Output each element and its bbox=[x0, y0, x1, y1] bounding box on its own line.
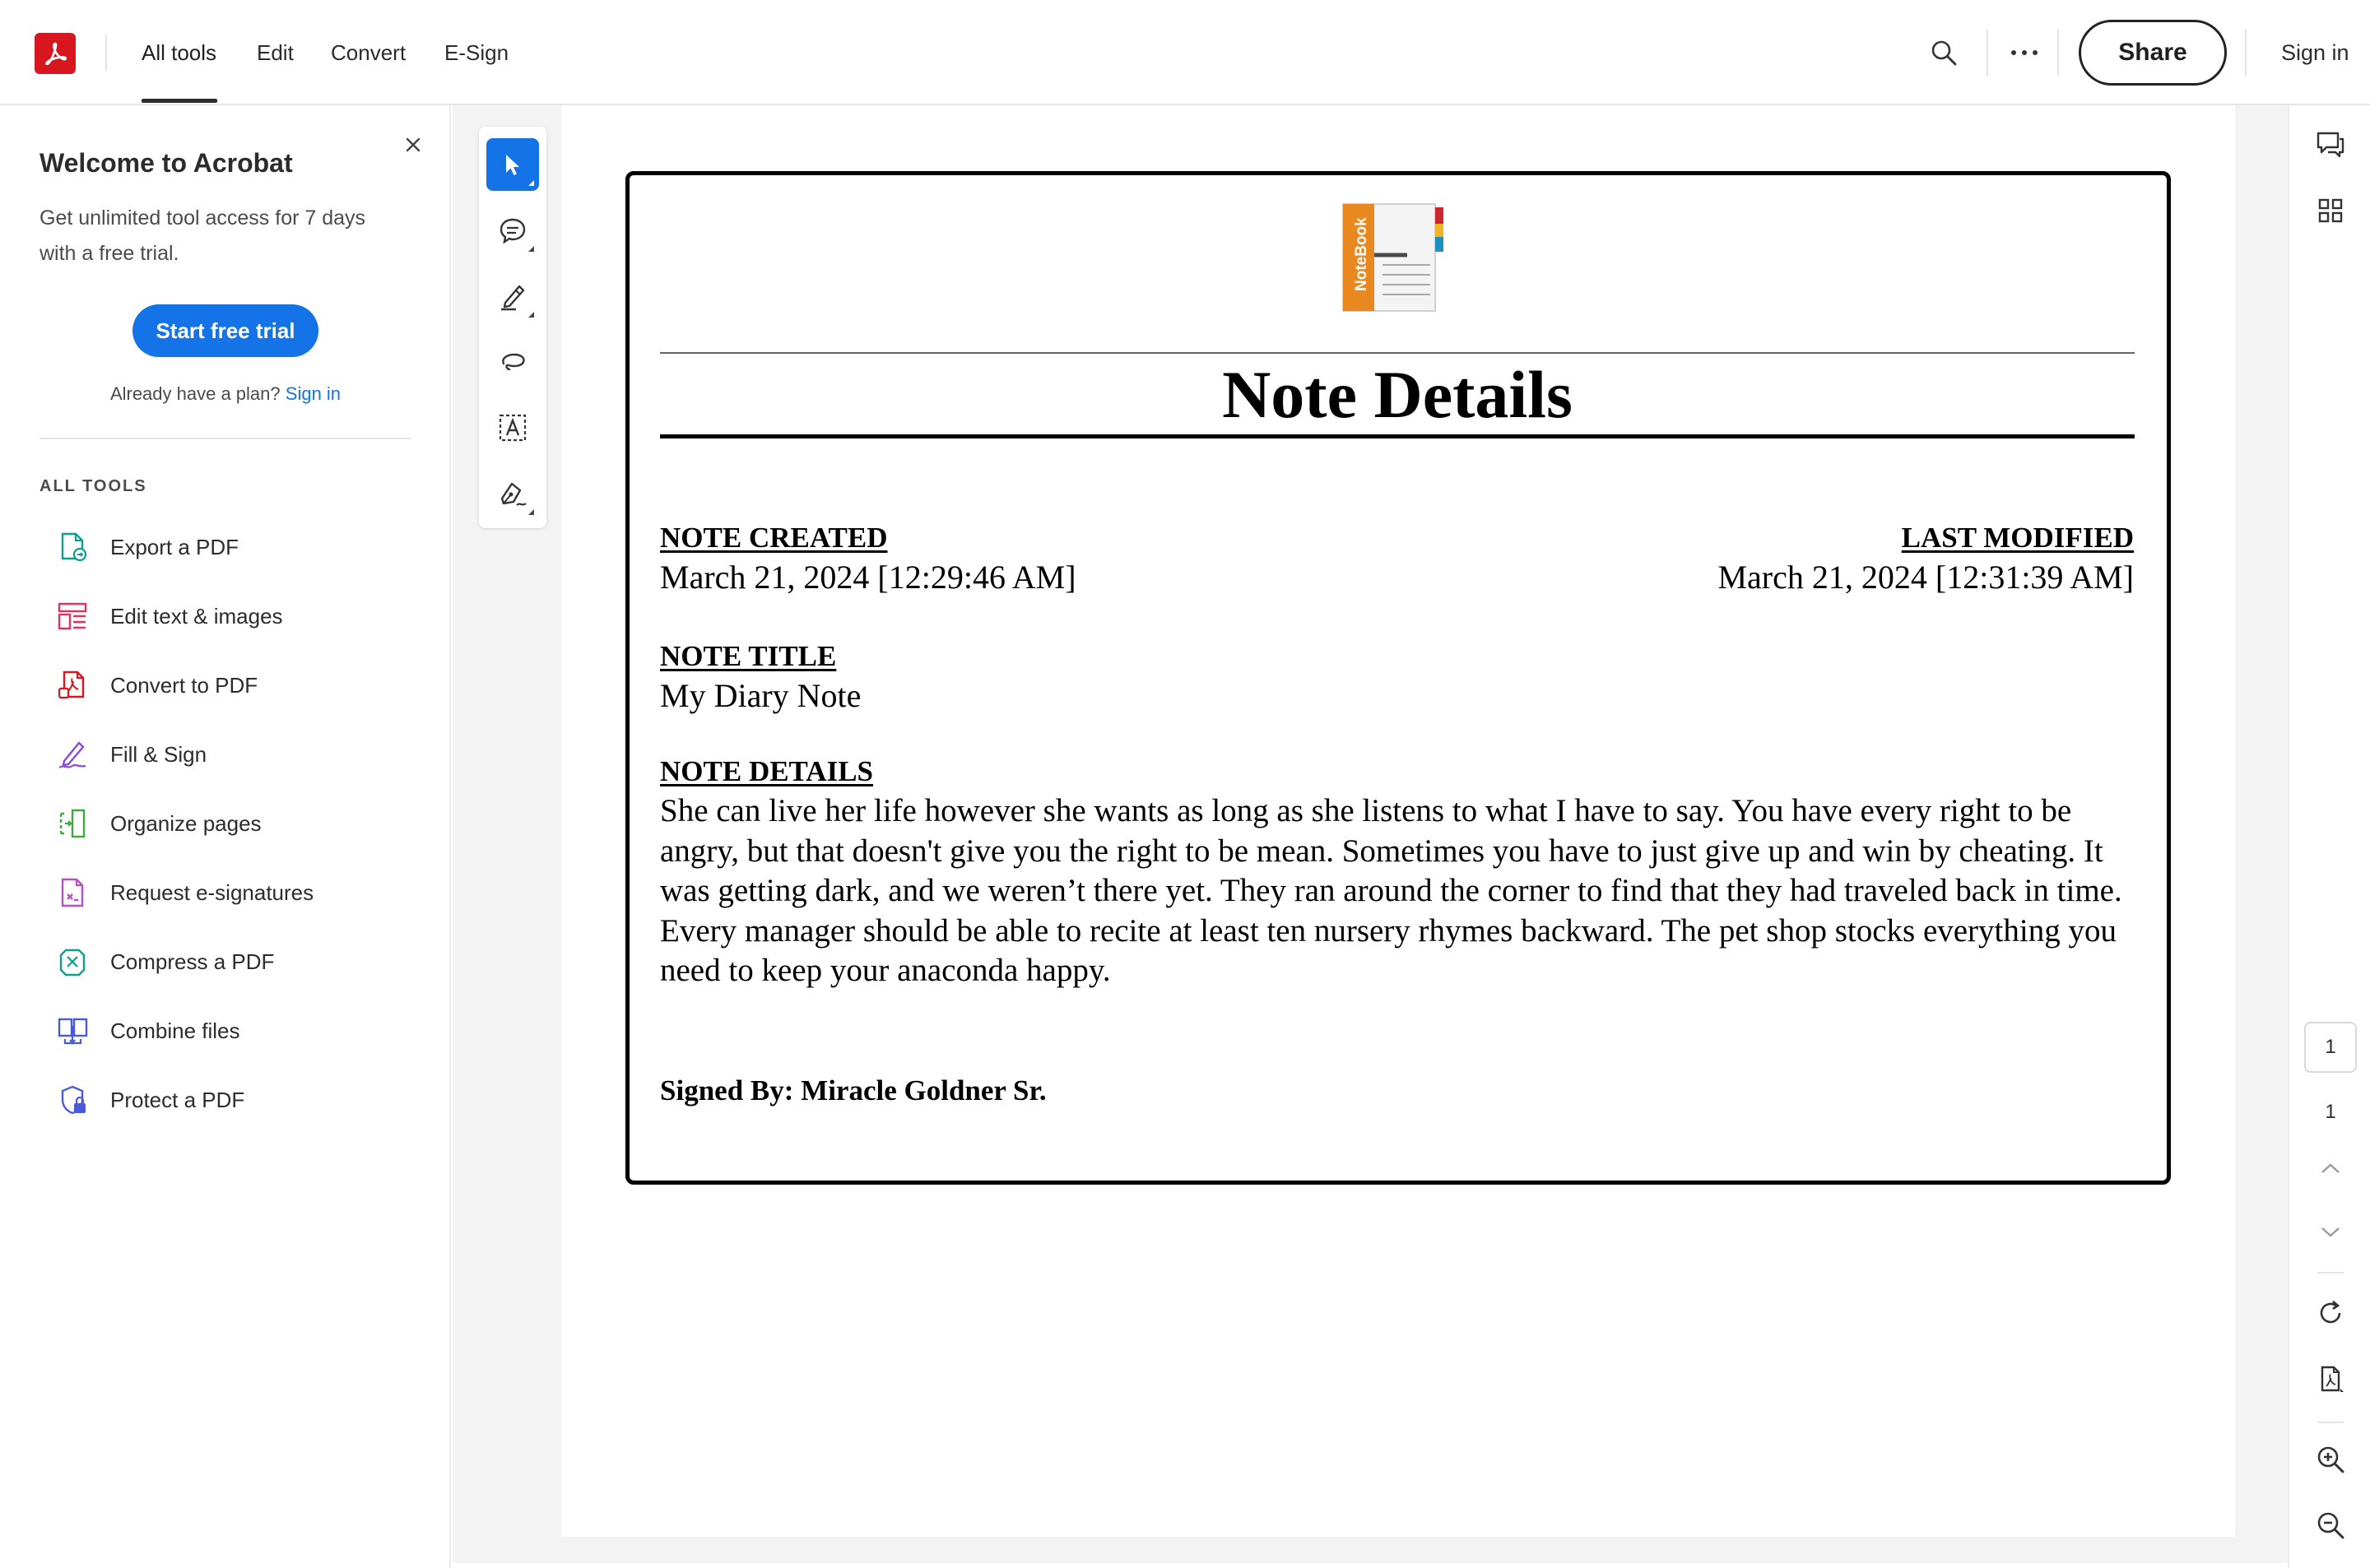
tool-convert-to-pdf[interactable]: Convert to PDF bbox=[40, 656, 418, 714]
highlight-pen-icon[interactable] bbox=[486, 270, 539, 322]
tool-label: Export a PDF bbox=[110, 534, 239, 559]
page-properties-icon[interactable] bbox=[2307, 1356, 2354, 1402]
note-created-label: NOTE CREATED bbox=[660, 522, 888, 554]
document-title: Note Details bbox=[1222, 357, 1573, 432]
export-pdf-icon bbox=[53, 527, 92, 567]
request-esign-icon bbox=[53, 873, 92, 912]
sign-pen-icon[interactable] bbox=[486, 467, 539, 520]
zoom-out-icon[interactable] bbox=[2307, 1502, 2354, 1548]
tool-protect-pdf[interactable]: Protect a PDF bbox=[40, 1071, 418, 1129]
plan-sign-in-link[interactable]: Sign in bbox=[286, 383, 341, 404]
tool-label: Request e-signatures bbox=[110, 879, 314, 905]
tool-label: Compress a PDF bbox=[110, 949, 275, 974]
panel-divider bbox=[40, 438, 411, 439]
start-free-trial-button[interactable]: Start free trial bbox=[132, 304, 318, 357]
left-panel: Welcome to Acrobat Get unlimited tool ac… bbox=[0, 105, 451, 1568]
acrobat-logo-icon[interactable] bbox=[35, 33, 76, 74]
combine-files-icon bbox=[53, 1011, 92, 1051]
close-icon[interactable] bbox=[398, 130, 428, 160]
page-down-icon[interactable] bbox=[2307, 1209, 2354, 1255]
edit-text-icon bbox=[53, 596, 92, 636]
all-tools-heading: ALL TOOLS bbox=[40, 477, 147, 495]
sign-in-link[interactable]: Sign in bbox=[2281, 36, 2349, 69]
zoom-in-icon[interactable] bbox=[2307, 1436, 2354, 1482]
plan-line: Already have a plan? Sign in bbox=[0, 383, 451, 405]
tool-combine-files[interactable]: Combine files bbox=[40, 1002, 418, 1060]
tool-label: Combine files bbox=[110, 1018, 240, 1043]
organize-pages-icon bbox=[53, 804, 92, 843]
tool-label: Fill & Sign bbox=[110, 741, 207, 767]
tool-edit-text-images[interactable]: Edit text & images bbox=[40, 587, 418, 645]
signed-by: Signed By: Miracle Goldner Sr. bbox=[660, 1074, 1047, 1106]
top-bar: All tools Edit Convert E-Sign Share Sign… bbox=[0, 0, 2370, 105]
rotate-icon[interactable] bbox=[2307, 1290, 2354, 1336]
note-created-value: March 21, 2024 [12:29:46 AM] bbox=[660, 559, 1076, 596]
plan-text: Already have a plan? bbox=[109, 383, 281, 404]
notebook-logo-text: NoteBook bbox=[1353, 217, 1370, 291]
active-tab-indicator bbox=[142, 99, 217, 103]
text-select-icon[interactable] bbox=[486, 401, 539, 454]
note-title-label: NOTE TITLE bbox=[660, 640, 837, 672]
fill-sign-icon bbox=[53, 735, 92, 774]
tool-fill-sign[interactable]: Fill & Sign bbox=[40, 726, 418, 783]
protect-pdf-icon bbox=[53, 1080, 92, 1120]
add-comment-icon[interactable] bbox=[486, 204, 539, 257]
tool-label: Convert to PDF bbox=[110, 672, 258, 698]
comments-icon[interactable] bbox=[2307, 122, 2354, 168]
notebook-logo-icon: NoteBook bbox=[1341, 202, 1450, 313]
right-rail: 1 1 bbox=[2288, 105, 2370, 1568]
toolbar-divider bbox=[1987, 30, 1988, 76]
convert-pdf-icon bbox=[53, 666, 92, 705]
toolbar-divider bbox=[2245, 30, 2247, 76]
share-button[interactable]: Share bbox=[2079, 20, 2227, 86]
quick-tools-toolbar bbox=[479, 127, 546, 528]
tool-organize-pages[interactable]: Organize pages bbox=[40, 795, 418, 852]
logo-divider bbox=[105, 35, 107, 71]
welcome-title: Welcome to Acrobat bbox=[40, 148, 293, 178]
tool-export-pdf[interactable]: Export a PDF bbox=[40, 518, 418, 576]
rail-divider bbox=[2317, 1272, 2344, 1273]
more-options-icon[interactable] bbox=[2001, 33, 2047, 72]
search-icon[interactable] bbox=[1924, 33, 1963, 72]
welcome-text: Get unlimited tool access for 7 days wit… bbox=[40, 206, 366, 265]
total-pages: 1 bbox=[2325, 1101, 2336, 1123]
tool-label: Edit text & images bbox=[110, 603, 283, 629]
select-pointer-icon[interactable] bbox=[486, 138, 539, 191]
tool-label: Organize pages bbox=[110, 810, 262, 836]
note-details-value: She can live her life however she wants … bbox=[660, 793, 2122, 988]
note-details-label: NOTE DETAILS bbox=[660, 755, 874, 787]
tab-all-tools[interactable]: All tools bbox=[142, 36, 216, 69]
current-page-input[interactable]: 1 bbox=[2304, 1022, 2357, 1073]
thumbnails-grid-icon[interactable] bbox=[2307, 188, 2354, 234]
tab-e-sign[interactable]: E-Sign bbox=[444, 36, 509, 69]
last-modified-value: March 21, 2024 [12:31:39 AM] bbox=[1717, 559, 2134, 596]
compress-pdf-icon bbox=[53, 942, 92, 981]
tab-convert[interactable]: Convert bbox=[331, 36, 406, 69]
rail-divider bbox=[2317, 1422, 2344, 1423]
last-modified-label: LAST MODIFIED bbox=[1901, 522, 2134, 554]
tool-label: Protect a PDF bbox=[110, 1087, 245, 1112]
toolbar-divider bbox=[2057, 30, 2059, 76]
note-title-value: My Diary Note bbox=[660, 677, 862, 714]
title-rule-bottom bbox=[660, 434, 2135, 438]
tool-request-esignatures[interactable]: Request e-signatures bbox=[40, 864, 418, 921]
freeform-draw-icon[interactable] bbox=[486, 336, 539, 388]
tool-compress-pdf[interactable]: Compress a PDF bbox=[40, 933, 418, 990]
page-up-icon[interactable] bbox=[2307, 1145, 2354, 1191]
tab-edit[interactable]: Edit bbox=[257, 36, 294, 69]
